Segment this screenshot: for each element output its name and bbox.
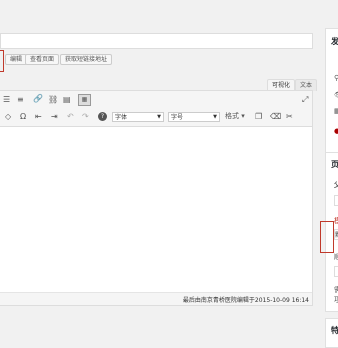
last-edited-text: 最后由南京青桥医院编辑于2015-10-09 16:14	[182, 297, 309, 304]
page-attributes-box: 页 父 模 默 顺 需 项	[320, 152, 338, 312]
edit-permalink-button[interactable]: 编辑	[5, 54, 28, 65]
editor-content-area[interactable]	[0, 127, 312, 295]
format-menu[interactable]: 格式 ▾	[225, 113, 245, 120]
eraser-icon[interactable]: ◇	[5, 113, 11, 121]
template-select[interactable]: 默	[334, 229, 338, 240]
permalink-highlight	[0, 50, 4, 72]
editor-toolbar-secondary: ◇ Ω ⇤ ⇥ ↶ ↷ ? 字体 ▼ 字号 ▼ 格式 ▾ ❐ ⌫ ✂	[0, 109, 312, 127]
redo-icon[interactable]: ↷	[82, 113, 89, 121]
publish-box: 发 ⚲ 👁 ▦ ●	[325, 28, 338, 156]
special-char-icon[interactable]: Ω	[20, 113, 26, 121]
fullscreen-icon[interactable]: ⤢	[302, 96, 308, 104]
link-icon[interactable]: 🔗	[33, 95, 43, 103]
post-editor: ☰ ≡ 🔗 ⛓ ▤ ▦ ⤢ ◇ Ω ⇤ ⇥ ↶ ↷ ? 字体 ▼ 字号 ▼ 格式 ▾…	[0, 90, 313, 306]
help-text-1: 需	[334, 286, 338, 294]
align-center-icon[interactable]: ☰	[3, 96, 10, 104]
template-highlight	[320, 221, 334, 253]
editor-status-bar: 最后由南京青桥医院编辑于2015-10-09 16:14	[0, 292, 312, 305]
calendar-icon: ▦	[334, 107, 338, 115]
paste-text-icon[interactable]: ❐	[255, 113, 262, 121]
help-icon[interactable]: ?	[98, 112, 107, 121]
parent-select[interactable]	[334, 195, 338, 206]
align-right-icon[interactable]: ≡	[17, 96, 24, 104]
outdent-icon[interactable]: ⇤	[35, 113, 42, 121]
featured-image-title: 特	[331, 326, 338, 335]
cut-icon[interactable]: ✂	[286, 113, 293, 121]
read-more-icon[interactable]: ▤	[63, 96, 71, 104]
undo-icon[interactable]: ↶	[67, 113, 74, 121]
editor-toolbar-primary: ☰ ≡ 🔗 ⛓ ▤ ▦ ⤢	[0, 91, 312, 109]
toolbar-toggle-icon[interactable]: ▦	[78, 94, 91, 106]
font-family-select[interactable]: 字体 ▼	[112, 112, 164, 122]
order-input[interactable]	[334, 266, 338, 277]
pin-icon: ⚲	[334, 74, 338, 82]
parent-label: 父	[334, 181, 338, 189]
permalink-field[interactable]	[0, 33, 313, 49]
unlink-icon[interactable]: ⛓	[48, 96, 58, 104]
view-page-button[interactable]: 查看页面	[25, 54, 60, 65]
indent-icon[interactable]: ⇥	[51, 113, 58, 121]
get-shortlink-button[interactable]: 获取短链接地址	[60, 54, 113, 65]
help-text-2: 项	[334, 296, 338, 304]
template-label: 模	[334, 217, 338, 225]
order-label: 顺	[334, 253, 338, 261]
remove-format-icon[interactable]: ⌫	[270, 113, 281, 121]
page-attributes-title: 页	[331, 160, 338, 169]
publish-box-title: 发	[331, 37, 338, 46]
visibility-icon: 👁	[334, 91, 338, 99]
font-size-select[interactable]: 字号 ▼	[168, 112, 220, 122]
trash-link[interactable]: ●	[334, 127, 338, 135]
featured-image-box: 特	[325, 318, 338, 348]
